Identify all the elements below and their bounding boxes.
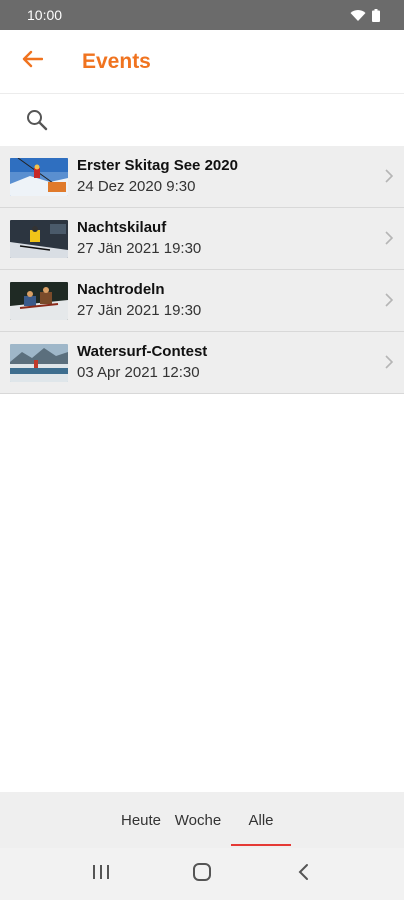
list-item-watersurf-contest[interactable]: Watersurf-Contest 03 Apr 2021 12:30	[0, 332, 404, 394]
watersurf-image	[10, 343, 68, 382]
event-list: Erster Skitag See 2020 24 Dez 2020 9:30 …	[0, 146, 404, 394]
search-bar	[0, 94, 404, 146]
search-input[interactable]	[62, 100, 382, 140]
event-text: Nachtrodeln 27 Jän 2021 19:30	[77, 280, 201, 322]
event-date: 27 Jän 2021 19:30	[77, 301, 202, 319]
sled-image	[10, 281, 68, 320]
event-title: Nachtskilauf	[77, 218, 167, 236]
chevron-right-icon	[384, 230, 394, 251]
event-text: Watersurf-Contest 03 Apr 2021 12:30	[77, 342, 207, 384]
home-button[interactable]	[182, 854, 222, 894]
battery-icon	[372, 8, 380, 22]
back-button[interactable]	[0, 30, 64, 94]
tab-label: Woche	[174, 811, 222, 829]
tab-alle[interactable]: Alle	[231, 792, 291, 848]
system-nav-bar	[0, 848, 404, 900]
search-icon[interactable]	[24, 107, 50, 133]
back-icon	[297, 863, 309, 886]
event-title: Watersurf-Contest	[77, 342, 208, 360]
arrow-left-icon	[21, 50, 44, 73]
event-text: Nachtskilauf 27 Jän 2021 19:30	[77, 218, 201, 260]
skier-lift-image	[10, 157, 68, 196]
night-skier-image	[10, 219, 68, 258]
tab-label: Heute	[120, 811, 162, 829]
filter-tabs: Heute Woche Alle	[0, 792, 404, 848]
event-title: Erster Skitag See 2020	[77, 156, 238, 174]
nav-back-button[interactable]	[283, 854, 323, 894]
event-date: 27 Jän 2021 19:30	[77, 239, 202, 257]
chevron-right-icon	[384, 354, 394, 375]
event-date: 03 Apr 2021 12:30	[77, 363, 200, 381]
tab-label: Alle	[248, 811, 274, 829]
recent-apps-icon	[92, 864, 110, 885]
list-item-erster-skitag[interactable]: Erster Skitag See 2020 24 Dez 2020 9:30	[0, 146, 404, 208]
active-tab-indicator	[231, 844, 291, 846]
tab-woche[interactable]: Woche	[169, 792, 227, 848]
wifi-icon	[350, 9, 366, 22]
status-icons	[350, 8, 380, 22]
chevron-right-icon	[384, 168, 394, 189]
event-title: Nachtrodeln	[77, 280, 165, 298]
chevron-right-icon	[384, 292, 394, 313]
recent-apps-button[interactable]	[81, 854, 121, 894]
home-icon	[192, 862, 212, 887]
list-item-nachtskilauf[interactable]: Nachtskilauf 27 Jän 2021 19:30	[0, 208, 404, 270]
list-item-nachtrodeln[interactable]: Nachtrodeln 27 Jän 2021 19:30	[0, 270, 404, 332]
event-date: 24 Dez 2020 9:30	[77, 177, 196, 195]
tab-heute[interactable]: Heute	[113, 792, 169, 848]
page-title: Events	[82, 49, 151, 73]
event-text: Erster Skitag See 2020 24 Dez 2020 9:30	[77, 156, 238, 198]
status-time: 10:00	[27, 7, 63, 23]
status-bar: 10:00	[0, 0, 404, 30]
app-bar: Events	[0, 30, 404, 94]
